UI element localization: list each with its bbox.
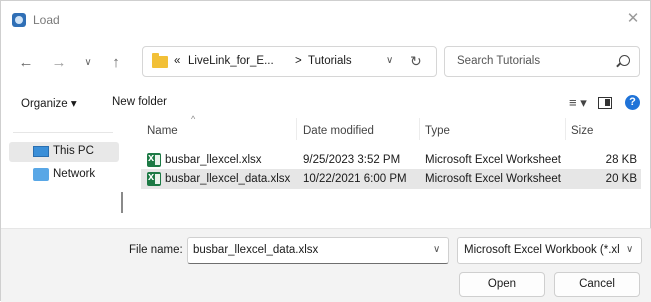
file-type: Microsoft Excel Worksheet: [425, 154, 561, 166]
sidebar-item-network[interactable]: Network: [9, 165, 119, 185]
excel-file-icon: [147, 152, 161, 167]
new-folder-button[interactable]: New folder: [112, 96, 167, 108]
file-size: 20 KB: [605, 173, 637, 185]
chevron-down-icon[interactable]: ∨: [433, 244, 440, 255]
forward-arrow-icon[interactable]: →: [50, 54, 68, 72]
sidebar-item-label: This PC: [53, 145, 94, 157]
file-name-input[interactable]: [193, 244, 423, 256]
breadcrumb-overflow[interactable]: «: [174, 55, 180, 67]
up-arrow-icon[interactable]: ↑: [107, 54, 125, 72]
file-name-combobox[interactable]: ∨: [187, 237, 449, 264]
chevron-down-icon[interactable]: ∨: [626, 244, 633, 255]
file-row[interactable]: busbar_llexcel.xlsx 9/25/2023 3:52 PM Mi…: [141, 150, 641, 170]
view-options-icon[interactable]: ≡ ▾: [569, 95, 587, 111]
file-type: Microsoft Excel Worksheet: [425, 173, 561, 185]
window-title: Load: [33, 13, 60, 27]
close-icon[interactable]: ✕: [624, 10, 642, 28]
column-header-size[interactable]: Size: [571, 125, 593, 137]
organize-button[interactable]: Organize ▾: [21, 96, 77, 110]
sidebar-item-label: Network: [53, 168, 96, 180]
refresh-icon[interactable]: ↻: [410, 53, 422, 70]
nav-scrollbar[interactable]: [121, 192, 123, 213]
cancel-button[interactable]: Cancel: [554, 272, 640, 297]
address-dropdown-icon[interactable]: ∨: [386, 55, 393, 66]
file-row-selected[interactable]: busbar_llexcel_data.xlsx 10/22/2021 6:00…: [141, 169, 641, 189]
column-header-type[interactable]: Type: [425, 125, 450, 137]
preview-pane-icon[interactable]: [598, 97, 612, 109]
recent-locations-chevron-icon[interactable]: ∨: [79, 54, 97, 72]
nav-divider: [13, 132, 113, 133]
file-type-value: Microsoft Excel Workbook (*.xl: [464, 244, 620, 256]
back-arrow-icon[interactable]: ←: [17, 54, 35, 72]
file-date: 10/22/2021 6:00 PM: [303, 173, 407, 185]
footer-panel: File name: ∨ Microsoft Excel Workbook (*…: [1, 228, 651, 302]
breadcrumb-livelink[interactable]: LiveLink_for_E...: [188, 55, 274, 67]
monitor-icon: [33, 146, 49, 157]
search-box[interactable]: [444, 46, 640, 77]
column-divider[interactable]: [296, 118, 297, 140]
open-button[interactable]: Open: [459, 272, 545, 297]
column-header-name[interactable]: Name: [147, 125, 178, 137]
navigation-pane: This PC Network: [1, 117, 127, 221]
file-name-label: File name:: [129, 244, 183, 256]
file-type-select[interactable]: Microsoft Excel Workbook (*.xl ∨: [457, 237, 642, 264]
load-dialog: Load ✕ ← → ∨ ↑ « LiveLink_for_E... > Tut…: [0, 0, 651, 302]
file-name: busbar_llexcel.xlsx: [165, 154, 262, 166]
app-icon: [12, 13, 26, 27]
file-size: 28 KB: [605, 154, 637, 166]
file-date: 9/25/2023 3:52 PM: [303, 154, 401, 166]
help-icon[interactable]: ?: [625, 95, 640, 110]
column-divider[interactable]: [419, 118, 420, 140]
search-input[interactable]: [457, 55, 607, 67]
folder-icon: [152, 53, 168, 68]
excel-file-icon: [147, 171, 161, 186]
address-bar[interactable]: « LiveLink_for_E... > Tutorials ∨ ↻: [142, 46, 437, 77]
network-icon: [33, 168, 49, 181]
search-icon[interactable]: [619, 55, 630, 66]
column-header-date-modified[interactable]: Date modified: [303, 125, 374, 137]
sort-ascending-icon: ^: [191, 114, 196, 124]
breadcrumb-separator: >: [295, 55, 302, 67]
file-name: busbar_llexcel_data.xlsx: [165, 173, 291, 185]
breadcrumb-tutorials[interactable]: Tutorials: [308, 55, 352, 67]
column-divider[interactable]: [565, 118, 566, 140]
sidebar-item-this-pc[interactable]: This PC: [9, 142, 119, 162]
title-bar: Load ✕: [1, 1, 651, 39]
